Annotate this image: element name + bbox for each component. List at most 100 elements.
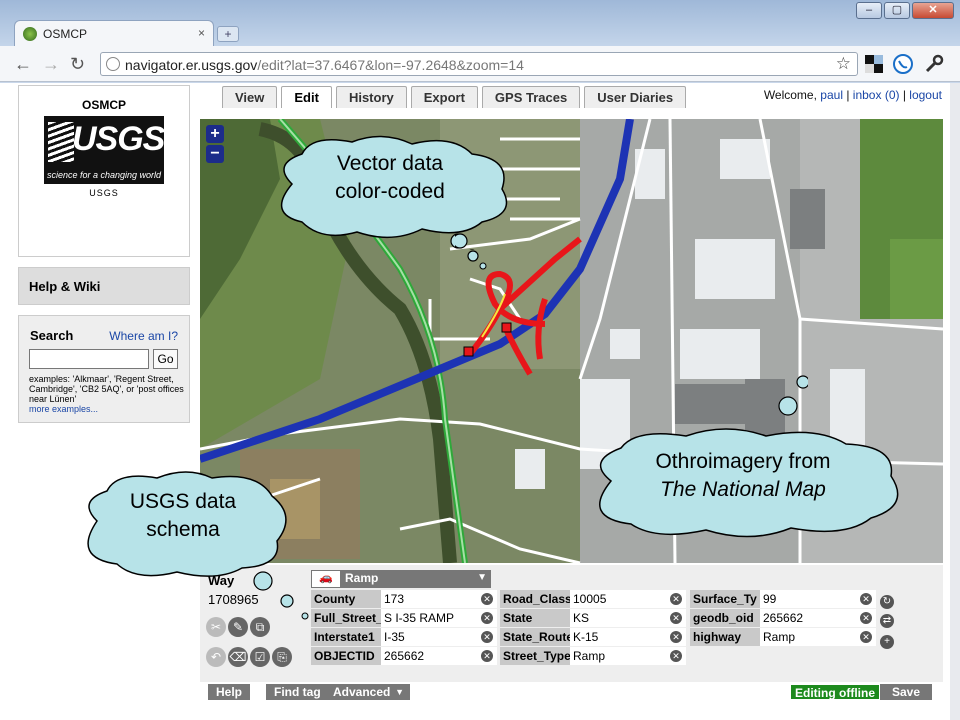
tab-title: OSMCP [43,27,88,41]
forward-icon[interactable]: → [42,54,60,75]
add-tag-icon[interactable]: + [880,635,894,649]
find-tag-button[interactable]: Find tag [266,684,329,700]
edit-tools: ✂ ✎ ⧉ ↶ ⌫ ☑ ⎘ [206,617,294,667]
callout-vector-tail [455,233,487,270]
eraser-icon[interactable]: ⌫ [228,647,248,667]
tag-row: State KS ✕ [500,609,686,628]
delete-tag-icon[interactable]: ✕ [860,631,872,643]
user-welcome: Welcome, paul | inbox (0) | logout [763,88,942,102]
pencil-icon[interactable]: ✎ [228,617,248,637]
bookmark-star-icon[interactable]: ☆ [836,54,851,74]
logo-box: OSMCP USGS science for a changing world … [18,85,190,257]
undo-icon[interactable]: ↶ [206,647,226,667]
browser-titlebar: – ▢ ✕ OSMCP × + [0,0,960,47]
delete-tag-icon[interactable]: ✕ [670,650,682,662]
favicon-icon [23,27,37,41]
tab-history[interactable]: History [335,86,407,108]
tab-gps-traces[interactable]: GPS Traces [481,86,581,108]
delete-tag-icon[interactable]: ✕ [481,650,493,662]
search-examples: examples: 'Alkmaar', 'Regent Street, Cam… [29,374,184,404]
copy-icon[interactable]: ⎘ [272,647,292,667]
nav-tabs: View Edit History Export GPS Traces User… [222,86,687,108]
tag-row: OBJECTID 265662 ✕ [311,647,497,666]
delete-tag-icon[interactable]: ✕ [481,612,493,624]
close-window-button[interactable]: ✕ [912,2,954,19]
extension-phone-icon[interactable] [893,54,913,74]
tab-user-diaries[interactable]: User Diaries [584,86,687,108]
address-bar[interactable]: navigator.er.usgs.gov/edit?lat=37.6467&l… [100,52,858,76]
more-examples-link[interactable]: more examples... [29,404,98,414]
maximize-button[interactable]: ▢ [884,2,910,19]
scissors-icon[interactable]: ✂ [206,617,226,637]
tag-row: Interstate1 I-35 ✕ [311,628,497,647]
tag-row: Surface_Ty 99 ✕ [690,590,876,609]
tag-row: Street_Type Ramp ✕ [500,647,686,666]
usgs-logo[interactable]: USGS science for a changing world [44,116,165,184]
welcome-text: Welcome, [763,88,817,102]
logo-text: USGS [72,120,165,158]
wrench-icon[interactable] [924,54,944,74]
where-am-i-link[interactable]: Where am I? [109,329,178,343]
tab-edit[interactable]: Edit [281,86,332,108]
tag-row: Full_Street_ S I-35 RAMP ✕ [311,609,497,628]
back-icon[interactable]: ← [14,54,32,75]
callout-line-1: USGS data [129,490,237,513]
tag-row: geodb_oid 265662 ✕ [690,609,876,628]
callout-line-2: schema [146,518,220,541]
tab-export[interactable]: Export [410,86,478,108]
url-text: navigator.er.usgs.gov/edit?lat=37.6467&l… [125,57,524,73]
callout-line-2: The National Map [660,478,826,501]
tag-row: County 173 ✕ [311,590,497,609]
logo-tagline: science for a changing world [46,170,162,180]
page-icon [106,57,120,71]
save-button[interactable]: Save [880,684,932,700]
help-wiki-link[interactable]: Help & Wiki [18,267,190,305]
page-scrollbar[interactable] [950,83,960,720]
tag-column-1: County 173 ✕ Full_Street_ S I-35 RAMP ✕ Inte… [311,590,497,666]
search-input[interactable] [29,349,149,369]
callout-line-2: color-coded [335,180,445,203]
delete-tag-icon[interactable]: ✕ [860,593,872,605]
tag-row: Road_Class 10005 ✕ [500,590,686,609]
help-button[interactable]: Help [208,684,251,700]
callout-orthoimagery: Othroimagery from The National Map [576,426,910,544]
search-panel: Search Where am I? Go examples: 'Alkmaar… [18,315,190,423]
logo-caption: USGS [89,188,119,198]
delete-tag-icon[interactable]: ✕ [670,631,682,643]
tab-close-icon[interactable]: × [198,26,205,40]
browser-tab[interactable]: OSMCP × [14,20,214,47]
tab-view[interactable]: View [222,86,278,108]
advanced-dropdown[interactable]: Advanced ▼ [325,684,410,700]
inbox-link[interactable]: inbox (0) [853,88,900,102]
logout-link[interactable]: logout [909,88,942,102]
refresh-icon[interactable]: ↻ [880,595,894,609]
chevron-down-icon: ▼ [477,572,487,583]
username-link[interactable]: paul [820,88,843,102]
delete-tag-icon[interactable]: ✕ [670,593,682,605]
zoom-in-button[interactable]: + [206,125,224,143]
new-tab-button[interactable]: + [217,26,239,42]
editor-bottom-bar: Help Find tag Advanced ▼ Editing offline… [200,684,943,700]
search-go-button[interactable]: Go [153,349,178,369]
delete-tag-icon[interactable]: ✕ [481,593,493,605]
callout-schema-tail [253,571,309,620]
tag-column-2: Road_Class 10005 ✕ State KS ✕ State_Route K-1… [500,590,686,666]
swap-icon[interactable]: ⇄ [880,614,894,628]
zoom-out-button[interactable]: − [206,145,224,163]
callout-usgs-schema: USGS data schema [72,466,294,582]
car-icon: 🚗 [311,570,341,588]
preset-selector[interactable]: 🚗 Ramp ▼ [311,570,491,588]
callout-line-1: Vector data [336,152,444,175]
reload-icon[interactable]: ↻ [70,54,85,75]
browser-toolbar: ← → ↻ navigator.er.usgs.gov/edit?lat=37.… [0,46,960,82]
chevron-down-icon: ▼ [395,687,404,697]
preset-label: Ramp [345,571,379,585]
delete-tag-icon[interactable]: ✕ [481,631,493,643]
extension-checker-icon[interactable] [864,54,884,74]
window-controls: – ▢ ✕ [856,2,954,19]
tag-row: State_Route K-15 ✕ [500,628,686,647]
delete-tag-icon[interactable]: ✕ [860,612,872,624]
check-icon[interactable]: ☑ [250,647,270,667]
minimize-button[interactable]: – [856,2,882,19]
delete-tag-icon[interactable]: ✕ [670,612,682,624]
